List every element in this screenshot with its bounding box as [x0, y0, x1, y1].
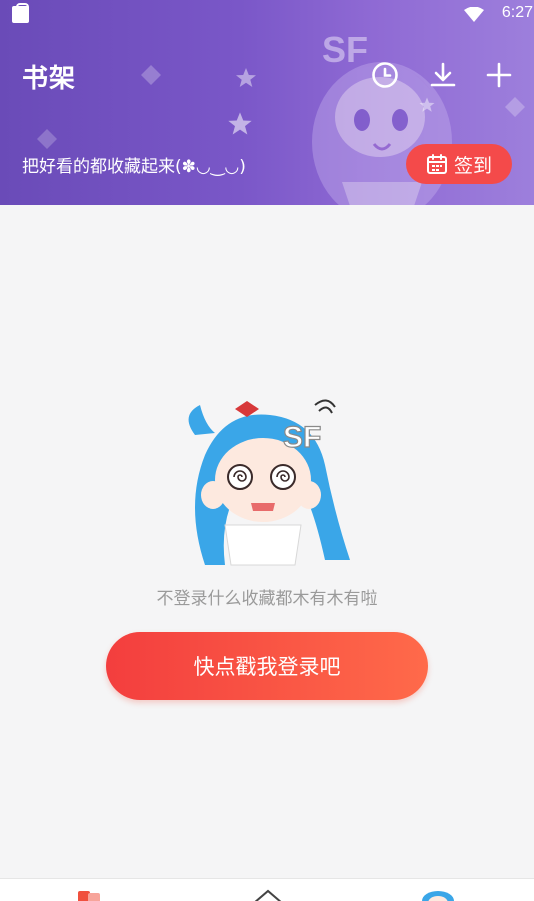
- diamond-decoration: [505, 97, 525, 117]
- home-tab-icon[interactable]: [248, 885, 288, 901]
- diamond-decoration: [141, 65, 161, 85]
- add-icon[interactable]: [484, 60, 514, 90]
- shelf-subtitle: 把好看的都收藏起来(✽◡‿◡): [22, 157, 246, 177]
- wifi-icon: [464, 7, 484, 22]
- svg-text:SF: SF: [283, 421, 321, 454]
- diamond-decoration: [37, 129, 57, 149]
- empty-shelf-message: 不登录什么收藏都木有木有啦: [156, 589, 378, 609]
- signin-button[interactable]: 签到: [406, 144, 512, 184]
- star-decoration: [236, 68, 256, 87]
- login-button[interactable]: 快点戳我登录吧: [106, 632, 428, 700]
- star-decoration: [419, 97, 435, 112]
- page-title: 书架: [22, 64, 77, 94]
- mascot-tab-icon[interactable]: [418, 885, 458, 901]
- shopping-bag-icon: [12, 3, 29, 23]
- status-time: 6:27: [501, 4, 533, 21]
- status-bar: 6:27: [0, 0, 534, 30]
- download-icon[interactable]: [428, 60, 458, 90]
- bookshelf-tab-icon[interactable]: [72, 885, 112, 901]
- bottom-tab-bar: [0, 878, 534, 901]
- star-decoration: [228, 112, 252, 135]
- svg-text:SF: SF: [322, 29, 368, 70]
- history-clock-icon[interactable]: [370, 60, 400, 90]
- mascot-illustration: SF: [188, 399, 350, 566]
- calendar-icon: [426, 154, 447, 174]
- header: SF 6:27 书架 把好看的都收藏起来(✽◡‿◡) 签到: [0, 0, 534, 205]
- signin-label: 签到: [453, 154, 492, 177]
